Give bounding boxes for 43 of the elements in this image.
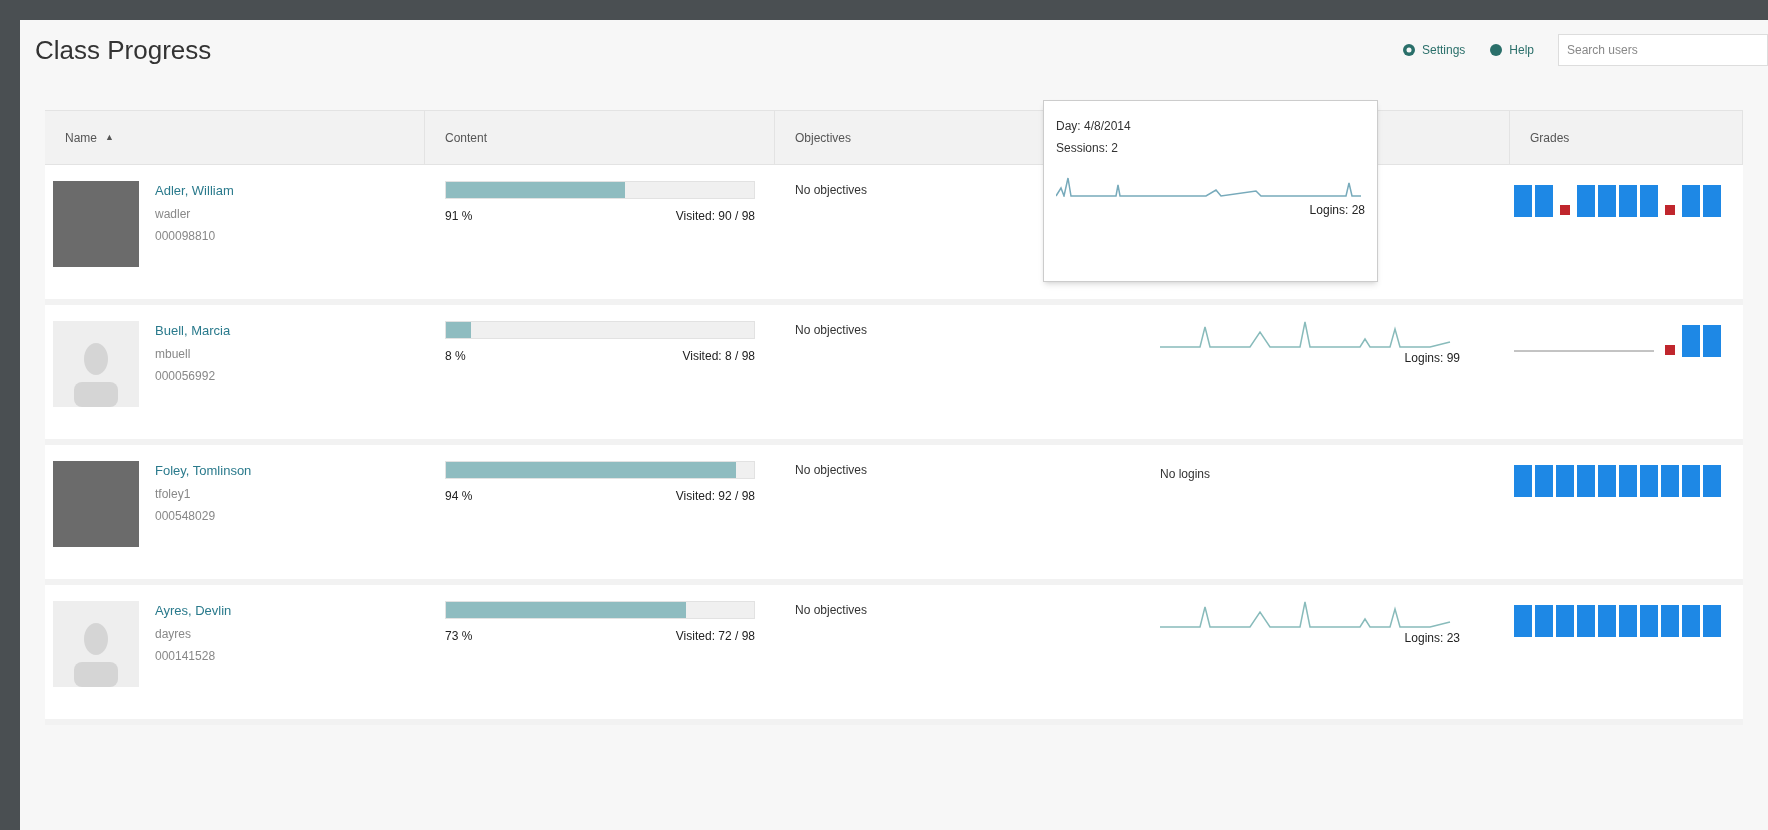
logins-count: Logins: 28 — [1308, 202, 1365, 219]
student-id: 000548029 — [155, 507, 217, 525]
content-percent: 91 % — [445, 208, 473, 225]
student-id: 000098810 — [155, 227, 217, 245]
settings-icon — [1401, 43, 1416, 57]
column-header[interactable]: Name — [65, 128, 97, 147]
content-percent: 94 % — [445, 488, 473, 505]
logins-count: Logins: 99 — [1403, 350, 1460, 367]
page-title: Class Progress — [35, 33, 212, 67]
visited-count: Visited: 90 / 98 — [675, 208, 755, 225]
student-name-link[interactable]: Adler, William — [155, 181, 234, 201]
visited-count: Visited: 8 / 98 — [682, 348, 755, 365]
objectives-text: No objectives — [795, 463, 868, 477]
person-silhouette-icon — [74, 343, 118, 407]
no-logins-text: No logins — [1160, 467, 1211, 481]
student-name-link[interactable]: Foley, Tomlinson — [155, 461, 252, 481]
person-silhouette-icon — [74, 623, 118, 687]
visited-count: Visited: 72 / 98 — [675, 628, 755, 645]
objectives-text: No objectives — [795, 323, 868, 337]
username: mbuell — [155, 345, 192, 363]
sort-indicator[interactable]: ▲ — [105, 130, 114, 145]
objectives-text: No objectives — [795, 603, 868, 617]
username: tfoley1 — [155, 485, 192, 503]
help-link[interactable]: Help — [1489, 41, 1534, 59]
column-header[interactable]: Content — [445, 128, 488, 147]
content-percent: 73 % — [445, 628, 473, 645]
student-id: 000056992 — [155, 367, 217, 385]
column-header[interactable]: Objectives — [795, 128, 852, 147]
content-percent: 8 % — [445, 348, 466, 365]
column-header[interactable]: Grades — [1530, 128, 1570, 147]
student-id: 000141528 — [155, 647, 217, 665]
logins-count: Logins: 23 — [1403, 630, 1460, 647]
tooltip-date: Day: 4/8/2014 — [1056, 118, 1132, 135]
objectives-text: No objectives — [795, 183, 868, 197]
help-icon — [1489, 43, 1504, 57]
visited-count: Visited: 92 / 98 — [675, 488, 755, 505]
username: wadler — [155, 205, 192, 223]
username: dayres — [155, 625, 193, 643]
settings-link[interactable]: Settings — [1401, 41, 1466, 59]
search-field[interactable]: Search users — [1558, 34, 1768, 66]
student-name-link[interactable]: Buell, Marcia — [155, 321, 231, 341]
student-name-link[interactable]: Ayres, Devlin — [155, 601, 232, 621]
tooltip-sessions: Sessions: 2 — [1056, 140, 1120, 157]
